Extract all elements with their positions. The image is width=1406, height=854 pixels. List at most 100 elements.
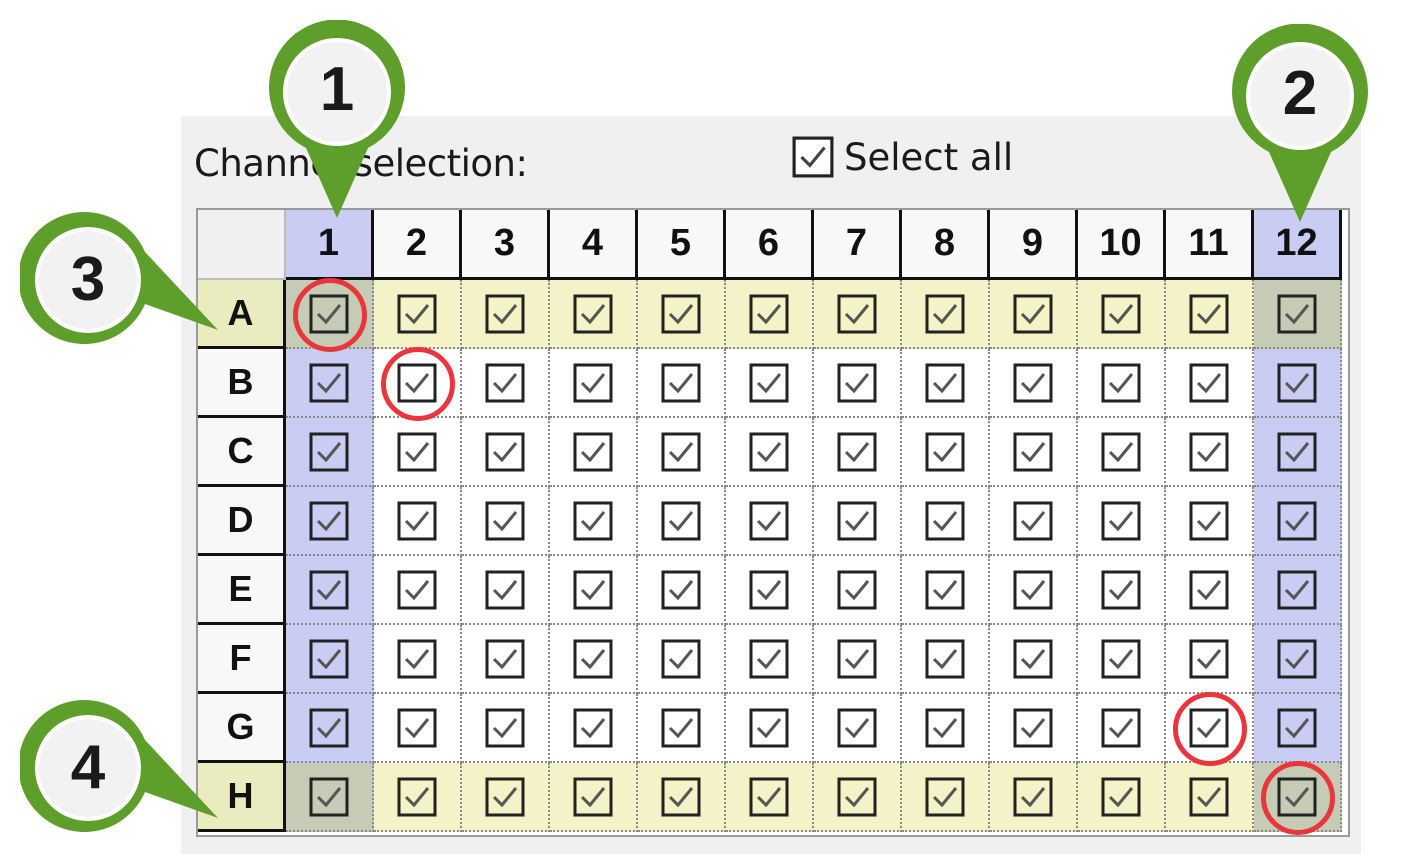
well-F9[interactable] — [990, 625, 1078, 694]
column-header-8[interactable]: 8 — [902, 210, 990, 280]
well-D12[interactable] — [1254, 487, 1342, 556]
well-H4[interactable] — [550, 763, 638, 832]
well-G10[interactable] — [1078, 694, 1166, 763]
select-all-checkbox[interactable]: Select all — [792, 132, 1013, 182]
well-B7[interactable] — [814, 349, 902, 418]
well-H10[interactable] — [1078, 763, 1166, 832]
well-H9[interactable] — [990, 763, 1078, 832]
well-B10[interactable] — [1078, 349, 1166, 418]
well-F6[interactable] — [726, 625, 814, 694]
well-F8[interactable] — [902, 625, 990, 694]
well-E11[interactable] — [1166, 556, 1254, 625]
well-A5[interactable] — [638, 280, 726, 349]
well-E6[interactable] — [726, 556, 814, 625]
well-D4[interactable] — [550, 487, 638, 556]
column-header-2[interactable]: 2 — [374, 210, 462, 280]
column-header-5[interactable]: 5 — [638, 210, 726, 280]
well-C10[interactable] — [1078, 418, 1166, 487]
well-A11[interactable] — [1166, 280, 1254, 349]
well-G6[interactable] — [726, 694, 814, 763]
well-C4[interactable] — [550, 418, 638, 487]
column-header-6[interactable]: 6 — [726, 210, 814, 280]
well-H2[interactable] — [374, 763, 462, 832]
well-H11[interactable] — [1166, 763, 1254, 832]
well-A9[interactable] — [990, 280, 1078, 349]
well-F4[interactable] — [550, 625, 638, 694]
well-E8[interactable] — [902, 556, 990, 625]
well-G1[interactable] — [286, 694, 374, 763]
well-G5[interactable] — [638, 694, 726, 763]
well-D5[interactable] — [638, 487, 726, 556]
row-header-C[interactable]: C — [198, 418, 286, 487]
well-E1[interactable] — [286, 556, 374, 625]
well-E10[interactable] — [1078, 556, 1166, 625]
well-F1[interactable] — [286, 625, 374, 694]
well-B8[interactable] — [902, 349, 990, 418]
well-H3[interactable] — [462, 763, 550, 832]
well-H12[interactable] — [1254, 763, 1342, 832]
well-A7[interactable] — [814, 280, 902, 349]
well-A4[interactable] — [550, 280, 638, 349]
well-B6[interactable] — [726, 349, 814, 418]
column-header-11[interactable]: 11 — [1166, 210, 1254, 280]
well-B9[interactable] — [990, 349, 1078, 418]
well-A10[interactable] — [1078, 280, 1166, 349]
well-B5[interactable] — [638, 349, 726, 418]
well-A12[interactable] — [1254, 280, 1342, 349]
well-F5[interactable] — [638, 625, 726, 694]
well-G4[interactable] — [550, 694, 638, 763]
well-G11[interactable] — [1166, 694, 1254, 763]
well-B3[interactable] — [462, 349, 550, 418]
row-header-E[interactable]: E — [198, 556, 286, 625]
well-C3[interactable] — [462, 418, 550, 487]
column-header-4[interactable]: 4 — [550, 210, 638, 280]
well-D10[interactable] — [1078, 487, 1166, 556]
well-B12[interactable] — [1254, 349, 1342, 418]
well-E3[interactable] — [462, 556, 550, 625]
well-G7[interactable] — [814, 694, 902, 763]
well-C11[interactable] — [1166, 418, 1254, 487]
row-header-D[interactable]: D — [198, 487, 286, 556]
well-F11[interactable] — [1166, 625, 1254, 694]
well-H8[interactable] — [902, 763, 990, 832]
well-D11[interactable] — [1166, 487, 1254, 556]
well-B1[interactable] — [286, 349, 374, 418]
row-header-H[interactable]: H — [198, 763, 286, 832]
row-header-G[interactable]: G — [198, 694, 286, 763]
well-C2[interactable] — [374, 418, 462, 487]
row-header-F[interactable]: F — [198, 625, 286, 694]
column-header-9[interactable]: 9 — [990, 210, 1078, 280]
well-C6[interactable] — [726, 418, 814, 487]
well-D2[interactable] — [374, 487, 462, 556]
well-G9[interactable] — [990, 694, 1078, 763]
well-A1[interactable] — [286, 280, 374, 349]
row-header-A[interactable]: A — [198, 280, 286, 349]
well-G12[interactable] — [1254, 694, 1342, 763]
well-F3[interactable] — [462, 625, 550, 694]
well-H1[interactable] — [286, 763, 374, 832]
well-D9[interactable] — [990, 487, 1078, 556]
row-header-B[interactable]: B — [198, 349, 286, 418]
well-C12[interactable] — [1254, 418, 1342, 487]
well-A8[interactable] — [902, 280, 990, 349]
well-B4[interactable] — [550, 349, 638, 418]
column-header-12[interactable]: 12 — [1254, 210, 1342, 280]
well-E7[interactable] — [814, 556, 902, 625]
well-C7[interactable] — [814, 418, 902, 487]
well-D6[interactable] — [726, 487, 814, 556]
well-E4[interactable] — [550, 556, 638, 625]
well-B11[interactable] — [1166, 349, 1254, 418]
well-A3[interactable] — [462, 280, 550, 349]
well-E2[interactable] — [374, 556, 462, 625]
well-H6[interactable] — [726, 763, 814, 832]
well-E5[interactable] — [638, 556, 726, 625]
column-header-7[interactable]: 7 — [814, 210, 902, 280]
well-C8[interactable] — [902, 418, 990, 487]
well-A2[interactable] — [374, 280, 462, 349]
well-D1[interactable] — [286, 487, 374, 556]
well-C1[interactable] — [286, 418, 374, 487]
well-E12[interactable] — [1254, 556, 1342, 625]
well-B2[interactable] — [374, 349, 462, 418]
well-C5[interactable] — [638, 418, 726, 487]
well-D8[interactable] — [902, 487, 990, 556]
